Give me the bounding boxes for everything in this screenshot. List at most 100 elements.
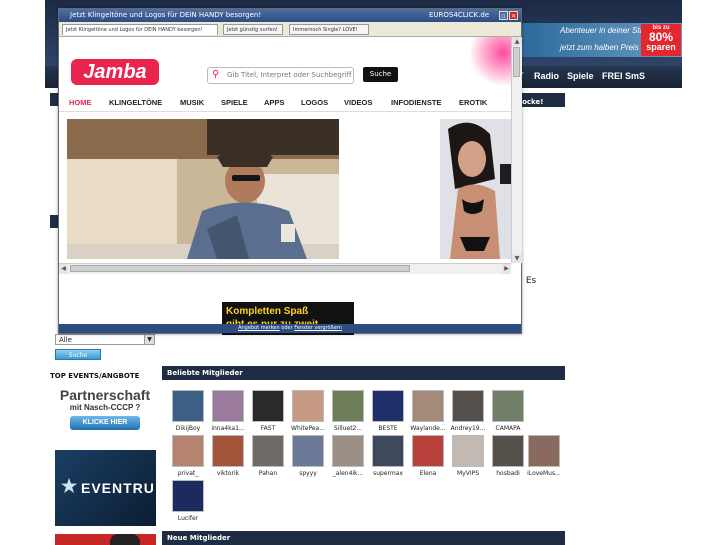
eventru-promo[interactable]: ★ EVENTRU xyxy=(55,450,156,526)
vertical-scrollbar[interactable]: ▲ ▼ xyxy=(511,37,522,263)
bottom-promo-image xyxy=(110,534,140,545)
jamba-nav-infodienste[interactable]: INFODIENSTE xyxy=(391,98,441,107)
member-name: CAMAPA xyxy=(495,425,521,432)
jamba-search-input[interactable]: ⚲ Gib Titel, Interpret oder Suchbegriff xyxy=(207,67,354,84)
tab-surfen[interactable]: Jetzt günstig surfen! xyxy=(223,24,283,35)
page-background-right xyxy=(682,0,727,545)
jamba-nav-klingeltoene[interactable]: KLINGELTÖNE xyxy=(109,98,162,107)
promo-button[interactable]: KLICKE HIER xyxy=(70,416,140,430)
member-name: Lucifer xyxy=(177,515,199,522)
member-avatar xyxy=(292,435,324,467)
close-icon[interactable]: × xyxy=(509,11,518,20)
jamba-nav-spiele[interactable]: SPIELE xyxy=(221,98,248,107)
featured-photo[interactable] xyxy=(67,119,339,259)
member-card[interactable]: Waylande... xyxy=(410,390,446,432)
member-card[interactable]: Elena xyxy=(410,435,446,477)
member-card[interactable]: Silluet2... xyxy=(330,390,366,432)
member-card[interactable]: inna4ka1... xyxy=(210,390,246,432)
scroll-left-icon[interactable]: ◀ xyxy=(59,264,68,274)
nav-item-spiele[interactable]: Spiele xyxy=(567,71,594,81)
member-card[interactable]: privat_ xyxy=(170,435,206,477)
travel-ad-banner[interactable]: Abenteuer in deiner Stadt jetzt zum halb… xyxy=(520,23,682,57)
horizontal-scroll-thumb[interactable] xyxy=(70,265,410,272)
tab-klingeltoene[interactable]: Jetzt Klingeltöne und Logos für DEIN HAN… xyxy=(62,24,218,35)
sidebar-search-button[interactable]: Suche xyxy=(55,349,101,360)
popup-window: Jetzt Klingeltöne und Logos für DEIN HAN… xyxy=(58,8,522,335)
enlarge-window-link[interactable]: Fenster vergrößern xyxy=(294,325,342,331)
category-select[interactable]: Alle ▼ xyxy=(55,334,155,345)
member-avatar xyxy=(332,435,364,467)
member-card[interactable]: MyVIPS xyxy=(450,435,486,477)
member-avatar xyxy=(528,435,560,467)
member-name: hosbadi xyxy=(496,470,520,477)
vertical-scroll-thumb[interactable] xyxy=(513,47,520,77)
member-name: inna4ka1... xyxy=(211,425,245,432)
bookmark-offer-link[interactable]: Angebot merken xyxy=(238,325,280,331)
select-value: Alle xyxy=(59,336,72,344)
events-title: TOP EVENTS/ANGBOTE xyxy=(50,372,140,380)
member-card[interactable]: iLoveMus... xyxy=(526,435,562,477)
member-avatar xyxy=(412,435,444,467)
bottom-promo[interactable] xyxy=(55,534,156,545)
ad-line-2: jetzt zum halben Preis xyxy=(560,43,639,52)
member-card[interactable]: supermax xyxy=(370,435,406,477)
member-name: BESTE xyxy=(378,425,398,432)
member-card[interactable]: Andrey19... xyxy=(450,390,486,432)
member-name: iLoveMus... xyxy=(527,470,561,477)
jamba-nav-logos[interactable]: LOGOS xyxy=(301,98,328,107)
nav-item-radio[interactable]: Radio xyxy=(534,71,559,81)
member-card[interactable]: BESTE xyxy=(370,390,406,432)
footer-separator: oder xyxy=(281,325,293,331)
member-card[interactable]: WhitePea... xyxy=(290,390,326,432)
jamba-nav-musik[interactable]: MUSIK xyxy=(180,98,204,107)
nav-item-sms[interactable]: FREI SmS xyxy=(602,71,645,81)
jamba-nav-videos[interactable]: VIDEOS xyxy=(344,98,372,107)
chevron-down-icon: ▼ xyxy=(144,335,154,344)
scroll-down-icon[interactable]: ▼ xyxy=(512,254,522,263)
member-card[interactable]: hosbadi xyxy=(490,435,526,477)
member-avatar xyxy=(212,390,244,422)
member-card[interactable]: _alen4ik... xyxy=(330,435,366,477)
member-name: _alen4ik... xyxy=(332,470,364,477)
member-name: Andrey19... xyxy=(450,425,486,432)
scroll-right-icon[interactable]: ▶ xyxy=(502,264,511,274)
model-photo[interactable] xyxy=(440,119,511,259)
popup-site-label: EUROS4CLICK.de xyxy=(429,11,490,19)
member-card[interactable]: viktorik xyxy=(210,435,246,477)
member-card[interactable]: Lucifer xyxy=(170,480,206,522)
scroll-up-icon[interactable]: ▲ xyxy=(512,37,522,46)
member-name: FAST xyxy=(260,425,276,432)
member-card[interactable]: Pahan xyxy=(250,435,286,477)
member-avatar xyxy=(452,435,484,467)
member-name: DikijBoy xyxy=(175,425,201,432)
model-photo-graphic xyxy=(440,119,511,259)
member-card[interactable]: spyyy xyxy=(290,435,326,477)
search-icon: ⚲ xyxy=(212,69,220,80)
jamba-nav-erotik[interactable]: EROTIK xyxy=(459,98,487,107)
member-name: spyyy xyxy=(299,470,317,477)
member-card[interactable]: CAMAPA xyxy=(490,390,526,432)
jamba-logo[interactable]: Jamba xyxy=(71,59,159,85)
horizontal-scrollbar[interactable]: ◀ ▶ xyxy=(59,263,511,274)
jamba-nav-home[interactable]: HOME xyxy=(69,98,92,107)
jamba-nav-apps[interactable]: APPS xyxy=(264,98,284,107)
popup-titlebar[interactable]: Jetzt Klingeltöne und Logos für DEIN HAN… xyxy=(59,9,521,22)
decorative-graphic xyxy=(471,37,511,89)
jamba-page: Jamba ⚲ Gib Titel, Interpret oder Suchbe… xyxy=(59,37,521,335)
featured-photo-graphic xyxy=(67,119,339,259)
member-card[interactable]: FAST xyxy=(250,390,286,432)
discount-badge: bis zu 80% sparen xyxy=(641,24,681,56)
search-placeholder: Gib Titel, Interpret oder Suchbegriff xyxy=(227,71,352,79)
member-card[interactable]: DikijBoy xyxy=(170,390,206,432)
page-background-left xyxy=(0,0,45,545)
jamba-search-button[interactable]: Suche xyxy=(363,67,398,82)
member-name: Pahan xyxy=(258,470,278,477)
minimize-icon[interactable]: ▫ xyxy=(499,11,508,20)
member-avatar xyxy=(452,390,484,422)
member-name: WhitePea... xyxy=(291,425,325,432)
partnership-promo[interactable]: Partnerschaft mit Nasch-CCCP ? KLICKE HI… xyxy=(55,385,155,437)
member-name: supermax xyxy=(373,470,403,477)
popup-footer: Angebot merken oder Fenster vergrößern xyxy=(59,324,521,333)
member-name: viktorik xyxy=(216,470,240,477)
tab-single[interactable]: Immernoch Single? LOVE! xyxy=(289,24,369,35)
